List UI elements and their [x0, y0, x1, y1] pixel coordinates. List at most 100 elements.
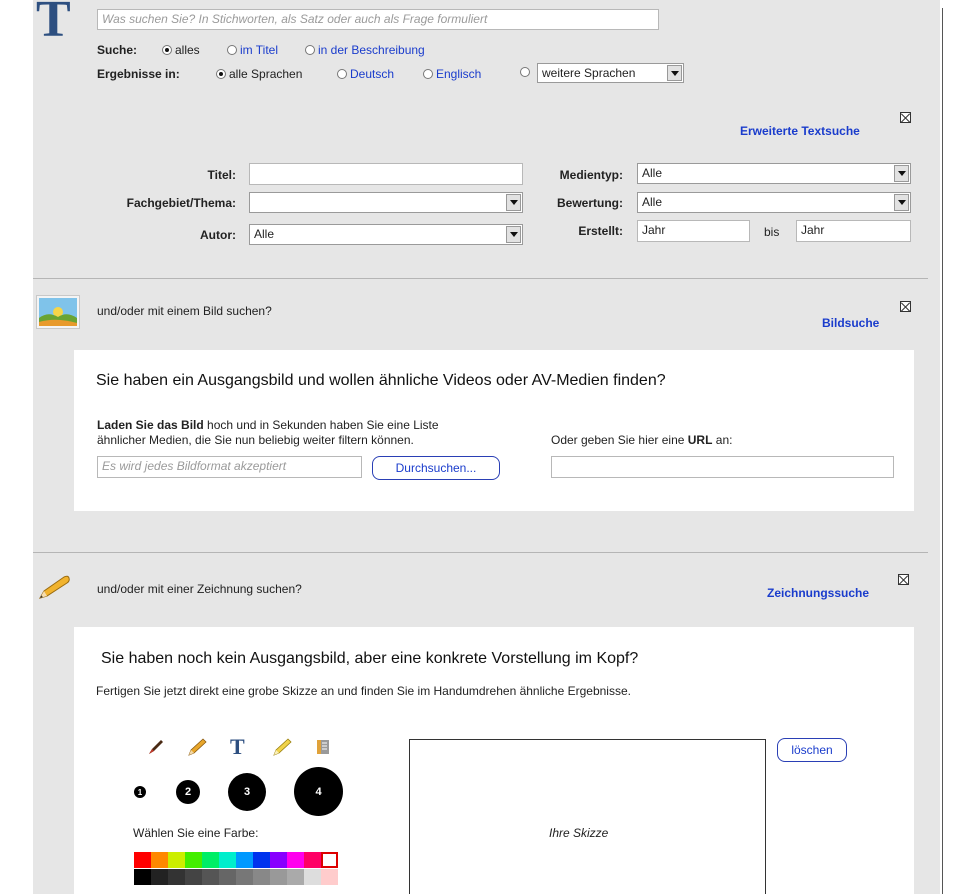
image-search-prompt: und/oder mit einem Bild suchen? — [97, 304, 272, 318]
text-search-icon: T — [36, 0, 71, 48]
color-swatch[interactable] — [134, 869, 151, 885]
language-english-option[interactable]: Englisch — [423, 67, 481, 81]
color-label: Wählen Sie eine Farbe: — [133, 826, 259, 840]
color-swatch[interactable] — [202, 869, 219, 885]
color-swatch[interactable] — [185, 869, 202, 885]
upload-rest: hoch und in Sekunden haben Sie eine List… — [203, 418, 439, 432]
image-icon — [36, 295, 80, 329]
more-languages-select[interactable]: weitere Sprachen — [537, 63, 684, 83]
url-label-pre: Oder geben Sie hier eine — [551, 433, 688, 447]
search-in-label: Suche: — [97, 43, 138, 57]
upload-bold: Laden Sie das Bild — [97, 418, 204, 432]
sketch-canvas[interactable] — [409, 739, 766, 894]
radio-all[interactable] — [162, 45, 172, 55]
color-swatch[interactable] — [270, 869, 287, 885]
brush-size-2[interactable]: 2 — [176, 780, 200, 804]
language-all-option[interactable]: alle Sprachen — [216, 67, 302, 81]
url-label-bold: URL — [687, 433, 713, 447]
upload-description: Laden Sie das Bild hoch und in Sekunden … — [97, 418, 439, 432]
close-sketch-search-icon[interactable] — [898, 574, 909, 585]
search-in-all-option[interactable]: alles — [162, 43, 200, 57]
url-label: Oder geben Sie hier eine URL an: — [551, 433, 732, 447]
color-swatch[interactable] — [304, 852, 321, 868]
color-swatch[interactable] — [270, 852, 287, 868]
chevron-down-icon[interactable] — [894, 194, 909, 211]
clear-button[interactable]: löschen — [777, 738, 847, 762]
search-in-title-option[interactable]: im Titel — [227, 43, 278, 57]
radio-german[interactable] — [337, 69, 347, 79]
option-label: in der Beschreibung — [318, 43, 425, 57]
canvas-placeholder: Ihre Skizze — [549, 826, 609, 840]
created-to-input[interactable]: Jahr — [796, 220, 911, 242]
section-divider — [33, 278, 928, 279]
color-swatch[interactable] — [219, 852, 236, 868]
color-palette — [134, 852, 341, 888]
pencil-tool-icon[interactable] — [186, 737, 208, 757]
sketch-search-link[interactable]: Zeichnungssuche — [767, 586, 869, 600]
color-swatch[interactable] — [151, 852, 168, 868]
language-more-option[interactable] — [520, 67, 533, 77]
close-image-search-icon[interactable] — [900, 301, 911, 312]
url-label-post: an: — [712, 433, 733, 447]
author-select[interactable]: Alle — [249, 224, 523, 245]
sketch-search-description: Fertigen Sie jetzt direkt eine grobe Ski… — [96, 684, 631, 698]
close-text-search-icon[interactable] — [900, 112, 911, 123]
color-swatch[interactable] — [321, 852, 338, 868]
brush-icon[interactable] — [146, 737, 166, 757]
color-swatch[interactable] — [236, 869, 253, 885]
results-in-label: Ergebnisse in: — [97, 67, 180, 81]
eraser-icon[interactable] — [311, 737, 333, 757]
color-swatch[interactable] — [304, 869, 321, 885]
color-swatch[interactable] — [219, 869, 236, 885]
select-value: Alle — [642, 166, 663, 180]
media-type-label: Medientyp: — [559, 168, 623, 182]
color-swatch[interactable] — [168, 852, 185, 868]
chevron-down-icon[interactable] — [667, 65, 682, 81]
radio-description[interactable] — [305, 45, 315, 55]
file-input[interactable]: Es wird jedes Bildformat akzeptiert — [97, 456, 362, 478]
search-in-description-option[interactable]: in der Beschreibung — [305, 43, 425, 57]
sketch-search-prompt: und/oder mit einer Zeichnung suchen? — [97, 582, 302, 596]
browse-button[interactable]: Durchsuchen... — [372, 456, 500, 480]
media-type-select[interactable]: Alle — [637, 163, 911, 184]
advanced-text-search-link[interactable]: Erweiterte Textsuche — [740, 124, 860, 138]
color-swatch[interactable] — [151, 869, 168, 885]
radio-english[interactable] — [423, 69, 433, 79]
color-swatch[interactable] — [236, 852, 253, 868]
created-to-label: bis — [764, 225, 780, 239]
option-label: alles — [175, 43, 200, 57]
subject-select[interactable] — [249, 192, 523, 213]
radio-all-languages[interactable] — [216, 69, 226, 79]
radio-title[interactable] — [227, 45, 237, 55]
color-swatch[interactable] — [287, 852, 304, 868]
color-swatch[interactable] — [253, 869, 270, 885]
created-label: Erstellt: — [578, 224, 623, 238]
created-from-input[interactable]: Jahr — [637, 220, 750, 242]
color-swatch[interactable] — [185, 852, 202, 868]
brush-size-1[interactable]: 1 — [134, 786, 146, 798]
text-tool-icon[interactable]: T — [230, 734, 245, 760]
radio-more-languages[interactable] — [520, 67, 530, 77]
language-german-option[interactable]: Deutsch — [337, 67, 394, 81]
select-value: Alle — [254, 227, 275, 241]
brush-size-3[interactable]: 3 — [228, 773, 266, 811]
pencil-icon — [38, 575, 70, 599]
highlighter-icon[interactable] — [271, 737, 293, 757]
color-swatch[interactable] — [321, 869, 338, 885]
image-search-link[interactable]: Bildsuche — [822, 316, 879, 330]
url-input[interactable] — [551, 456, 894, 478]
color-swatch[interactable] — [134, 852, 151, 868]
color-swatch[interactable] — [168, 869, 185, 885]
option-label: alle Sprachen — [229, 67, 303, 81]
chevron-down-icon[interactable] — [894, 165, 909, 182]
brush-size-4[interactable]: 4 — [294, 767, 343, 816]
search-query-input[interactable]: Was suchen Sie? In Stichworten, als Satz… — [97, 9, 659, 30]
color-swatch[interactable] — [202, 852, 219, 868]
chevron-down-icon[interactable] — [506, 194, 521, 211]
color-swatch[interactable] — [253, 852, 270, 868]
rating-select[interactable]: Alle — [637, 192, 911, 213]
color-swatch[interactable] — [287, 869, 304, 885]
title-input[interactable] — [249, 163, 523, 185]
select-value: Alle — [642, 195, 663, 209]
chevron-down-icon[interactable] — [506, 226, 521, 243]
